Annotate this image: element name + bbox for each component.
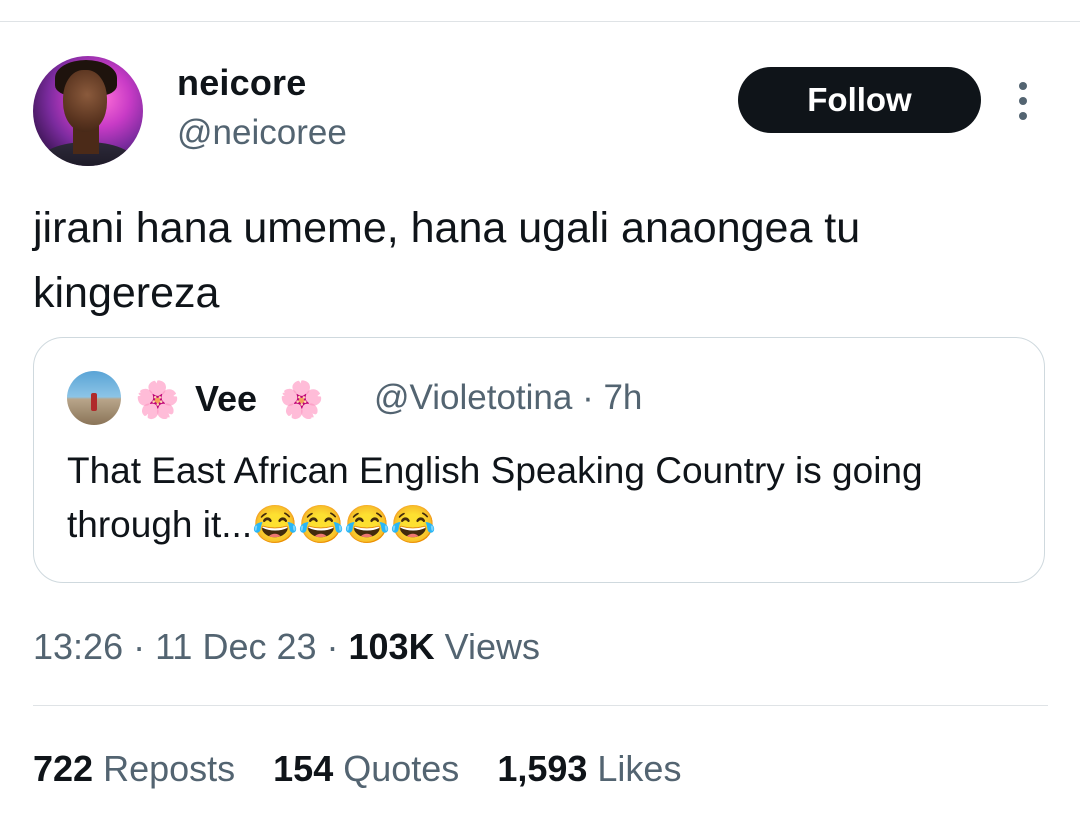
quoted-author-name[interactable]: Vee bbox=[195, 378, 257, 420]
author-display-name[interactable]: neicore bbox=[177, 62, 306, 104]
quoted-author-avatar[interactable] bbox=[67, 371, 121, 425]
quoted-author-handle-time: @Violetotina · 7h bbox=[374, 378, 643, 417]
stats-divider bbox=[33, 705, 1048, 706]
quoted-tweet-card[interactable]: 🌸 Vee 🌸 @Violetotina · 7h That East Afri… bbox=[33, 337, 1045, 583]
quoted-tweet-text: That East African English Speaking Count… bbox=[67, 450, 923, 545]
tweet-timestamp[interactable]: 13:26 · 11 Dec 23 · bbox=[33, 626, 349, 667]
timestamp-row: 13:26 · 11 Dec 23 · 103K Views bbox=[33, 626, 540, 668]
follow-button[interactable]: Follow bbox=[738, 67, 981, 133]
tweet-text: jirani hana umeme, hana ugali anaongea t… bbox=[33, 204, 861, 317]
views-count: 103K bbox=[348, 626, 435, 667]
engagement-stats: 722 Reposts 154 Quotes 1,593 Likes bbox=[33, 748, 681, 790]
views-label: Views bbox=[434, 626, 540, 667]
likes-stat[interactable]: 1,593 Likes bbox=[497, 748, 681, 790]
author-avatar[interactable] bbox=[33, 56, 143, 166]
more-options-icon[interactable] bbox=[1012, 82, 1034, 120]
reposts-stat[interactable]: 722 Reposts bbox=[33, 748, 235, 790]
author-handle[interactable]: @neicoree bbox=[177, 113, 347, 153]
flower-emoji: 🌸 bbox=[279, 379, 324, 420]
top-divider bbox=[0, 21, 1080, 22]
flower-emoji: 🌸 bbox=[135, 379, 180, 420]
quotes-stat[interactable]: 154 Quotes bbox=[273, 748, 459, 790]
